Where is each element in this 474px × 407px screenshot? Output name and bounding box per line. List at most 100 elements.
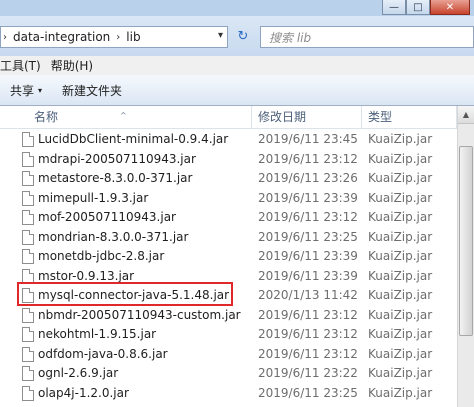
address-dropdown-icon[interactable]: ▾	[218, 30, 223, 41]
file-date: 2019/6/11 23:12	[258, 346, 358, 361]
file-row[interactable]: odfdom-java-0.8.6.jar 2019/6/11 23:12 Kuai…	[0, 345, 474, 365]
file-row[interactable]: monetdb-jdbc-2.8.jar 2019/6/11 23:39 KuaiZ…	[0, 247, 474, 267]
breadcrumb-lib[interactable]: lib	[122, 30, 144, 44]
jar-file-icon	[22, 385, 34, 401]
file-type: KuaiZip.jar	[368, 151, 433, 166]
file-name: mstor-0.9.13.jar	[38, 268, 135, 283]
file-name: odfdom-java-0.8.6.jar	[38, 346, 168, 361]
share-label: 共享	[10, 83, 35, 98]
file-type: KuaiZip.jar	[368, 268, 433, 283]
file-date: 2019/6/11 23:12	[258, 210, 358, 224]
file-row[interactable]: mof-200507110943.jar 2019/6/11 23:12 KuaiZ…	[0, 208, 474, 228]
jar-file-icon	[22, 151, 34, 167]
column-date-label: 修改日期	[258, 110, 307, 124]
file-date: 2019/6/11 23:12	[258, 327, 358, 341]
highlight-box	[17, 282, 233, 306]
chevron-down-icon: ▾	[38, 85, 43, 95]
file-name: ognl-2.6.9.jar	[38, 366, 119, 380]
file-type: KuaiZip.jar	[368, 190, 433, 205]
file-type: KuaiZip.jar	[368, 346, 433, 361]
file-date: 2019/6/11 23:39	[258, 249, 358, 263]
file-date: 2019/6/11 23:25	[258, 229, 358, 244]
maximize-button[interactable]: □	[406, 0, 430, 15]
file-row[interactable]: olap4j-1.2.0.jar 2019/6/11 23:25 KuaiZip.j…	[0, 384, 474, 404]
new-folder-button[interactable]: 新建文件夹	[52, 82, 132, 99]
breadcrumb-data-integration[interactable]: data-integration	[9, 30, 114, 44]
jar-file-icon	[22, 249, 34, 264]
column-type-label: 类型	[368, 110, 393, 124]
file-type: KuaiZip.jar	[368, 366, 433, 380]
address-row: › data-integration › lib ▾ ↻ 搜索 lib	[0, 16, 474, 56]
close-button[interactable]: ✕	[430, 0, 470, 15]
file-row[interactable]: mondrian-8.3.0.0-371.jar 2019/6/11 23:25 K…	[0, 228, 474, 248]
file-list: LucidDbClient-minimal-0.9.4.jar 2019/6/11…	[0, 130, 474, 403]
file-type: KuaiZip.jar	[368, 307, 433, 322]
file-name: mimepull-1.9.3.jar	[38, 190, 149, 205]
new-folder-label: 新建文件夹	[62, 83, 123, 98]
file-name: monetdb-jdbc-2.8.jar	[38, 249, 165, 263]
file-type: KuaiZip.jar	[368, 132, 433, 146]
minimize-button[interactable]: —	[382, 0, 406, 15]
column-name[interactable]: 名称 ^	[0, 106, 252, 128]
file-name: nbmdr-200507110943-custom.jar	[38, 307, 241, 322]
jar-file-icon	[22, 210, 34, 225]
jar-file-icon	[22, 327, 34, 342]
file-date: 2019/6/11 23:22	[258, 366, 358, 380]
file-row[interactable]: mdrapi-200507110943.jar 2019/6/11 23:12 Ku…	[0, 150, 474, 170]
jar-file-icon	[22, 229, 34, 245]
file-name: metastore-8.3.0.0-371.jar	[38, 171, 193, 185]
file-name: mondrian-8.3.0.0-371.jar	[38, 229, 189, 244]
column-name-label: 名称	[34, 110, 59, 124]
file-name: LucidDbClient-minimal-0.9.4.jar	[38, 132, 229, 146]
file-row[interactable]: metastore-8.3.0.0-371.jar 2019/6/11 23:26…	[0, 169, 474, 189]
file-date: 2019/6/11 23:39	[258, 190, 358, 205]
column-type[interactable]: 类型	[362, 106, 457, 128]
file-type: KuaiZip.jar	[368, 385, 433, 400]
file-type: KuaiZip.jar	[368, 229, 433, 244]
scrollbar[interactable]: ▲	[457, 106, 474, 407]
file-row[interactable]: nekohtml-1.9.15.jar 2019/6/11 23:12 KuaiZi…	[0, 325, 474, 345]
menu-tools[interactable]: 工具(T)	[0, 57, 41, 74]
jar-file-icon	[22, 190, 34, 206]
file-type: KuaiZip.jar	[368, 210, 433, 224]
breadcrumb-separator-icon[interactable]: ›	[1, 32, 9, 43]
title-bar: — □ ✕	[0, 0, 474, 16]
file-date: 2019/6/11 23:12	[258, 307, 358, 322]
share-button[interactable]: 共享 ▾	[0, 82, 52, 99]
file-row[interactable]: ognl-2.6.9.jar 2019/6/11 23:22 KuaiZip.jar	[0, 364, 474, 384]
file-type: KuaiZip.jar	[368, 288, 433, 302]
file-date: 2019/6/11 23:45	[258, 132, 358, 146]
jar-file-icon	[22, 307, 34, 323]
jar-file-icon	[22, 366, 34, 381]
column-date[interactable]: 修改日期	[252, 106, 362, 128]
jar-file-icon	[22, 346, 34, 362]
breadcrumb-separator-icon[interactable]: ›	[114, 32, 122, 43]
file-date: 2019/6/11 23:26	[258, 171, 358, 185]
file-row[interactable]: nbmdr-200507110943-custom.jar 2019/6/11 2…	[0, 306, 474, 326]
file-date: 2019/6/11 23:39	[258, 268, 358, 283]
address-bar[interactable]: › data-integration › lib ▾	[0, 26, 228, 48]
file-row[interactable]: mimepull-1.9.3.jar 2019/6/11 23:39 KuaiZip…	[0, 189, 474, 209]
scrollbar-thumb[interactable]	[459, 146, 473, 336]
file-name: mof-200507110943.jar	[38, 210, 176, 224]
refresh-icon[interactable]: ↻	[234, 28, 252, 46]
file-row[interactable]: LucidDbClient-minimal-0.9.4.jar 2019/6/11…	[0, 130, 474, 150]
sort-arrow-icon: ^	[120, 111, 127, 120]
file-date: 2020/1/13 11:42	[258, 288, 358, 302]
file-date: 2019/6/11 23:25	[258, 385, 358, 400]
column-header: 名称 ^ 修改日期 类型	[0, 106, 474, 129]
file-date: 2019/6/11 23:12	[258, 151, 358, 166]
menu-help[interactable]: 帮助(H)	[51, 57, 93, 74]
file-name: mdrapi-200507110943.jar	[38, 151, 196, 166]
search-input[interactable]: 搜索 lib	[260, 26, 474, 48]
toolbar: 共享 ▾ 新建文件夹	[0, 75, 474, 106]
file-name: nekohtml-1.9.15.jar	[38, 327, 157, 341]
window-controls: — □ ✕	[382, 0, 470, 16]
scroll-up-icon[interactable]: ▲	[458, 106, 474, 124]
file-type: KuaiZip.jar	[368, 171, 433, 185]
jar-file-icon	[22, 171, 34, 186]
menu-bar: 工具(T) 帮助(H)	[0, 56, 474, 75]
file-type: KuaiZip.jar	[368, 327, 433, 341]
file-type: KuaiZip.jar	[368, 249, 433, 263]
jar-file-icon	[22, 132, 34, 147]
